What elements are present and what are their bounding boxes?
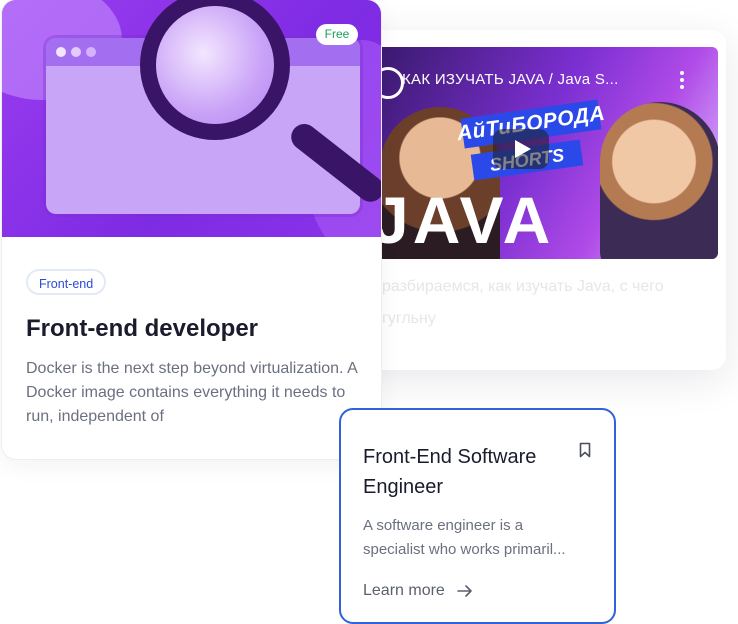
video-title[interactable]: КАК ИЗУЧАТЬ JAVA / Java S...	[402, 71, 619, 88]
video-person-right	[600, 102, 718, 259]
frontend-developer-card[interactable]: Free Front-end Front-end developer Docke…	[2, 0, 381, 459]
learn-more-label: Learn more	[363, 582, 445, 599]
software-engineer-card[interactable]: Front-End Software Engineer A software e…	[339, 408, 616, 624]
tag-frontend[interactable]: Front-end	[26, 269, 107, 295]
channel-avatar-icon[interactable]	[380, 67, 404, 99]
frontend-card-hero-image: Free	[2, 0, 381, 237]
card-title[interactable]: Front-End Software Engineer	[363, 442, 573, 502]
browser-dot-icon	[86, 47, 96, 57]
video-thumbnail[interactable]: JAVA АйТиБОРОДА SHORTS КАК ИЗУЧАТЬ JAVA …	[380, 47, 718, 259]
card-description: Docker is the next step beyond virtualiz…	[26, 360, 357, 425]
card-description: A software engineer is a specialist who …	[363, 514, 599, 562]
play-button[interactable]	[493, 129, 549, 169]
more-options-icon[interactable]	[680, 71, 684, 92]
arrow-right-icon	[457, 585, 472, 597]
card-title[interactable]: Front-end developer	[26, 315, 258, 343]
bookmark-icon[interactable]	[579, 442, 591, 458]
learn-more-link[interactable]: Learn more	[363, 582, 473, 600]
video-faded-text-1: разбираемся, как изучать Java, с чего	[382, 278, 664, 295]
video-big-word: JAVA	[380, 183, 555, 257]
video-faded-text-2: гугльну	[382, 310, 436, 327]
card-description-line: A software engineer is a	[363, 517, 524, 534]
free-badge: Free	[316, 24, 358, 45]
browser-dot-icon	[56, 47, 66, 57]
browser-dot-icon	[71, 47, 81, 57]
card-description-line: specialist who works primaril...	[363, 541, 566, 558]
